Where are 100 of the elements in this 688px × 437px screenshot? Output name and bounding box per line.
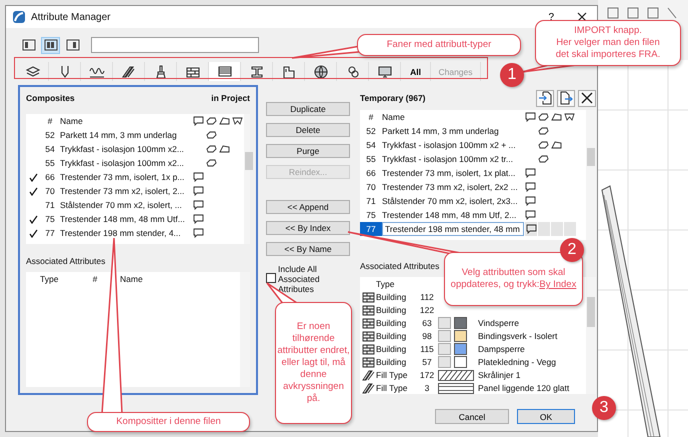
number-cell-text: 66 (365, 168, 377, 178)
table-row[interactable]: 54 Trykkfast - isolasjon 100mm x2 + ... (360, 138, 586, 152)
dialog-button[interactable]: OK (517, 409, 575, 424)
table-row[interactable]: 55 Trykkfast - isolasjon 100mm x2 tr... (360, 152, 586, 166)
table-row[interactable]: Fill Type 3 Panel liggende 120 glatt (360, 381, 586, 394)
close-icon (581, 92, 593, 104)
transfer-button[interactable]: << By Index (266, 221, 350, 235)
brick-icon (362, 304, 374, 316)
list-view-icon (44, 39, 58, 51)
type-cell-text: Fill Type (376, 370, 408, 380)
hatch-icon (362, 370, 374, 380)
scrollbar[interactable] (586, 110, 596, 240)
type-cell-text: Building (376, 357, 408, 367)
table-row[interactable]: 75 Trestender 148 mm, 48 mm Utf, 2... (360, 208, 586, 222)
attribute-type-tab[interactable] (209, 62, 241, 81)
table-row[interactable]: 66 Trestender 73 mm, isolert, 1x p... (26, 170, 244, 184)
slab-icon (538, 112, 549, 122)
number-cell-text: 54 (44, 144, 56, 154)
column-header: Type (376, 278, 396, 288)
table-row[interactable]: 77 Trestender 198 mm stender, 4... (26, 226, 244, 240)
roof-icon (219, 116, 230, 126)
number-cell-text: 172 (418, 370, 436, 380)
view-mode-button[interactable] (41, 36, 60, 54)
brick-icon (362, 318, 374, 328)
number-cell-text: 3 (424, 383, 430, 393)
pattern-icon (216, 64, 232, 80)
name-cell-text: Bindingsverk - Isolert (478, 331, 558, 341)
number-cell-text: 98 (421, 331, 433, 341)
name-cell-text: Trestender 148 mm, 48 mm Utf... (60, 214, 186, 224)
number-cell-text: 75 (365, 210, 377, 220)
name-edit-field[interactable]: Trestender 198 mm stender, 48 mm (382, 222, 524, 236)
table-row[interactable]: 71 Stålstender 70 mm x2, isolert, ... (26, 198, 244, 212)
number-cell-text: 55 (365, 154, 377, 164)
transfer-button[interactable]: << Append (266, 200, 350, 214)
i-beam-icon (248, 64, 264, 80)
transfer-button[interactable]: << By Name (266, 242, 350, 256)
column-header: # (368, 112, 374, 122)
brick-icon (362, 292, 374, 302)
section-title: Associated Attributes (360, 261, 440, 271)
dialog-button[interactable]: Cancel (435, 409, 509, 424)
search-field[interactable] (91, 37, 259, 53)
brick-icon (362, 344, 374, 354)
number-cell-text: 71 (365, 196, 377, 206)
export-button[interactable] (557, 90, 575, 106)
table-row[interactable]: 75 Trestender 148 mm, 48 mm Utf... (26, 212, 244, 226)
table-row[interactable]: Building 122 (360, 303, 586, 316)
table-row[interactable]: Fill Type 172 Skrålinjer 1 (360, 368, 586, 381)
number-cell-text: 122 (418, 305, 436, 315)
table-row[interactable]: 77 Trestender 198 mm stender, 48 mm (360, 222, 586, 236)
import-button[interactable] (536, 90, 554, 106)
number-cell-text: 71 (44, 200, 56, 210)
name-cell-text: Skrålinjer 1 (478, 370, 522, 380)
number-cell-text: 55 (44, 158, 56, 168)
roof-icon (551, 112, 562, 122)
panel-title: Temporary (967) (360, 93, 426, 103)
column-header: Name (119, 274, 144, 284)
name-cell-text: Trestender 148 mm, 48 mm Utf, 2... (382, 210, 518, 220)
panel-title: Composites (26, 93, 75, 103)
name-cell-text: Trestender 73 mm, isolert, 1x p... (60, 172, 186, 182)
wall-icon (193, 116, 204, 126)
action-button[interactable]: Delete (266, 123, 350, 137)
table-row[interactable]: 71 Stålstender 70 mm x2, isolert, 2x3... (360, 194, 586, 208)
name-cell-text: Panel liggende 120 glatt (478, 383, 570, 393)
number-cell: 77 (360, 222, 382, 236)
table-row[interactable]: Building 57 Platekledning - Vegg (360, 355, 586, 368)
scrollbar[interactable] (586, 277, 596, 394)
action-button[interactable]: Duplicate (266, 102, 350, 116)
name-cell-text: Trykkfast - isolasjon 100mm x2... (60, 158, 185, 168)
number-cell-text: 66 (44, 172, 56, 182)
list-view-icon (22, 39, 36, 51)
table-row[interactable]: Building 115 Dampsperre (360, 342, 586, 355)
table-row[interactable]: 70 Trestender 73 mm x2, isolert, 2... (26, 184, 244, 198)
name-cell-text: Trestender 73 mm x2, isolert, 2... (60, 186, 186, 196)
table-row[interactable]: Building 63 Vindsperre (360, 316, 586, 329)
number-cell-text: 52 (365, 126, 377, 136)
name-cell-text: Stålstender 70 mm x2, isolert, 2x3... (382, 196, 519, 206)
remove-button[interactable] (578, 90, 596, 106)
name-cell-text: Platekledning - Vegg (478, 357, 557, 367)
scrollbar[interactable] (244, 114, 250, 244)
table-row[interactable]: 52 Parkett 14 mm, 3 mm underlag (26, 128, 244, 142)
app-icon (12, 10, 26, 24)
monitor-icon (376, 64, 392, 80)
number-cell-text: 77 (44, 228, 56, 238)
number-cell-text: 75 (44, 214, 56, 224)
table-row[interactable]: 52 Parkett 14 mm, 3 mm underlag (360, 124, 586, 138)
name-cell-text: Trykkfast - isolasjon 100mm x2 tr... (382, 154, 514, 164)
table-row[interactable]: Building 98 Bindingsverk - Isolert (360, 329, 586, 342)
toolbar-drawing (608, 8, 676, 18)
table-row[interactable]: 66 Trestender 73 mm, isolert, 1x plat... (360, 166, 586, 180)
include-checkbox[interactable] (266, 273, 276, 283)
table-row[interactable]: 54 Trykkfast - isolasjon 100mm x2... (26, 142, 244, 156)
name-cell-text: Trestender 73 mm, isolert, 1x plat... (382, 168, 516, 178)
number-cell-text: 115 (419, 344, 435, 354)
action-button[interactable]: Purge (266, 144, 350, 158)
globe-icon (312, 64, 328, 80)
table-row[interactable]: 70 Trestender 73 mm x2, isolert, 2x2 ... (360, 180, 586, 194)
help-button[interactable]: ? (544, 12, 558, 22)
type-cell-text: Building (376, 305, 408, 315)
slab-icon (206, 116, 217, 126)
table-row[interactable]: 55 Trykkfast - isolasjon 100mm x2... (26, 156, 244, 170)
